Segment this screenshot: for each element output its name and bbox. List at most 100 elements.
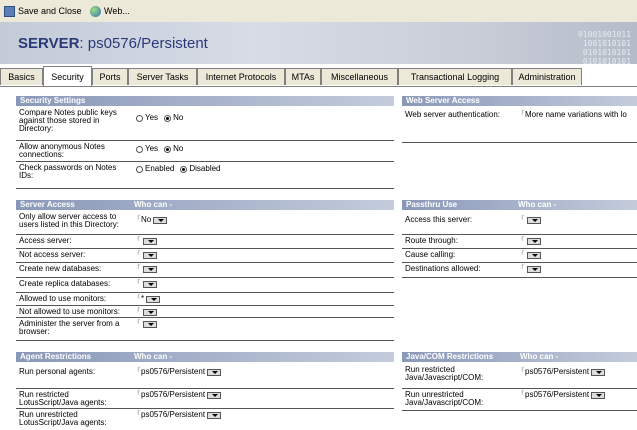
check-passwords-enabled-option[interactable]: Enabled	[136, 165, 174, 173]
create-databases-field[interactable]: 「	[134, 265, 158, 273]
radio-button[interactable]	[136, 165, 143, 173]
who-can-column-header: Who can -	[134, 200, 173, 209]
field-marker-icon: 「	[518, 266, 525, 272]
create-replica-label: Create replica databases:	[19, 279, 111, 288]
dropdown-button-icon[interactable]	[143, 320, 158, 328]
route-through-field[interactable]: 「	[518, 237, 542, 245]
anonymous-no-option[interactable]: No	[164, 145, 183, 153]
dropdown-button-icon[interactable]	[207, 391, 222, 399]
section-header-security-settings: Security Settings	[16, 96, 394, 106]
tab-basics[interactable]: Basics	[0, 68, 43, 85]
cause-calling-field[interactable]: 「	[518, 251, 542, 259]
web-label: Web...	[104, 6, 130, 16]
section-header-passthru-use: Passthru Use Who can -	[402, 200, 637, 210]
page-title: SERVER: ps0576/Persistent	[18, 35, 208, 52]
field-marker-icon: 「	[518, 252, 525, 258]
radio-button[interactable]	[136, 145, 143, 153]
not-access-server-row: Not access server: 「	[16, 249, 394, 263]
access-server-label: Access server:	[19, 236, 72, 245]
field-marker-icon: 「	[134, 369, 141, 375]
dropdown-button-icon[interactable]	[146, 295, 161, 303]
dropdown-button-icon[interactable]	[591, 391, 606, 399]
dropdown-button-icon[interactable]	[527, 237, 542, 245]
banner-digits-line: 0101010101	[582, 57, 631, 66]
dropdown-button-icon[interactable]	[153, 216, 168, 224]
access-server-field[interactable]: 「	[134, 237, 158, 245]
restricted-agents-field[interactable]: 「ps0576/Persistent	[134, 391, 222, 399]
dropdown-button-icon[interactable]	[207, 411, 222, 419]
compare-keys-no-option[interactable]: No	[164, 114, 183, 122]
tab-ports[interactable]: Ports	[92, 68, 128, 85]
option-label: No	[173, 144, 184, 153]
save-and-close-button[interactable]: Save and Close	[4, 4, 82, 18]
only-allow-label: Only allow server access to users listed…	[19, 212, 120, 229]
dropdown-button-icon[interactable]	[143, 251, 158, 259]
tab-server-tasks[interactable]: Server Tasks	[128, 68, 197, 85]
personal-agents-field[interactable]: 「ps0576/Persistent	[134, 368, 222, 376]
anonymous-connections-radio-group: Yes No	[136, 145, 189, 153]
tab-miscellaneous[interactable]: Miscellaneous	[321, 68, 398, 85]
route-through-row: Route through: 「	[402, 235, 637, 249]
check-passwords-label: Check passwords on Notes IDs:	[19, 163, 117, 180]
allowed-monitors-label: Allowed to use monitors:	[19, 294, 107, 303]
not-allowed-monitors-field[interactable]: 「	[134, 308, 158, 316]
passthru-access-field[interactable]: 「	[518, 216, 542, 224]
field-marker-icon: 「	[134, 321, 141, 327]
radio-button-selected[interactable]	[180, 165, 188, 173]
dropdown-button-icon[interactable]	[591, 368, 606, 376]
field-marker-icon: 「	[518, 217, 525, 223]
web-button[interactable]: Web...	[90, 4, 130, 18]
section-title: Web Server Access	[406, 96, 480, 105]
section-header-server-access: Server Access Who can -	[16, 200, 394, 210]
administer-browser-field[interactable]: 「	[134, 320, 158, 328]
radio-button-selected[interactable]	[164, 145, 172, 153]
banner-digits-line: 0101010101	[582, 48, 631, 57]
check-passwords-row: Check passwords on Notes IDs: Enabled Di…	[16, 162, 394, 189]
destinations-allowed-label: Destinations allowed:	[405, 264, 481, 273]
allowed-monitors-field[interactable]: 「*	[134, 295, 161, 303]
restricted-java-label: Run restricted Java/Javascript/COM:	[405, 365, 484, 382]
section-title: Java/COM Restrictions	[406, 352, 494, 361]
access-server-row: Access server: 「	[16, 235, 394, 249]
anonymous-yes-option[interactable]: Yes	[136, 145, 158, 153]
dropdown-button-icon[interactable]	[143, 237, 158, 245]
option-label: No	[173, 113, 184, 122]
unrestricted-java-field[interactable]: 「ps0576/Persistent	[518, 391, 606, 399]
create-replica-field[interactable]: 「	[134, 280, 158, 288]
dropdown-button-icon[interactable]	[143, 265, 158, 273]
only-allow-field[interactable]: 「No	[134, 216, 168, 224]
not-access-server-field[interactable]: 「	[134, 251, 158, 259]
dropdown-button-icon[interactable]	[143, 280, 158, 288]
field-marker-icon: 「	[134, 217, 141, 223]
dropdown-button-icon[interactable]	[527, 216, 542, 224]
field-marker-icon: 「	[134, 309, 141, 315]
restricted-java-field[interactable]: 「ps0576/Persistent	[518, 368, 606, 376]
dropdown-button-icon[interactable]	[207, 368, 222, 376]
tab-mtas[interactable]: MTAs	[285, 68, 321, 85]
field-marker-icon: 「	[518, 369, 525, 375]
check-passwords-radio-group: Enabled Disabled	[136, 165, 227, 173]
dropdown-button-icon[interactable]	[527, 251, 542, 259]
field-marker-icon: 「	[518, 112, 525, 118]
destinations-allowed-field[interactable]: 「	[518, 265, 542, 273]
web-auth-label: Web server authentication:	[405, 110, 501, 119]
radio-button-selected[interactable]	[164, 114, 172, 122]
unrestricted-agents-field[interactable]: 「ps0576/Persistent	[134, 411, 222, 419]
compare-keys-yes-option[interactable]: Yes	[136, 114, 158, 122]
compare-keys-label: Compare Notes public keys against those …	[19, 108, 117, 133]
administer-browser-label: Administer the server from a browser:	[19, 319, 120, 336]
tab-transactional-logging[interactable]: Transactional Logging	[398, 68, 512, 85]
tab-internet-protocols[interactable]: Internet Protocols	[197, 68, 285, 85]
dropdown-button-icon[interactable]	[527, 265, 542, 273]
radio-button[interactable]	[136, 114, 143, 122]
create-databases-row: Create new databases: 「	[16, 263, 394, 278]
tab-administration[interactable]: Administration	[512, 68, 582, 85]
web-auth-field[interactable]: 「More name variations with lo	[518, 111, 627, 119]
field-marker-icon: 「	[134, 392, 141, 398]
dropdown-button-icon[interactable]	[143, 308, 158, 316]
field-marker-icon: 「	[134, 296, 141, 302]
section-header-agent-restrictions: Agent Restrictions Who can -	[16, 352, 394, 362]
check-passwords-disabled-option[interactable]: Disabled	[180, 165, 221, 173]
tab-security[interactable]: Security	[43, 66, 92, 86]
create-replica-row: Create replica databases: 「	[16, 278, 394, 293]
